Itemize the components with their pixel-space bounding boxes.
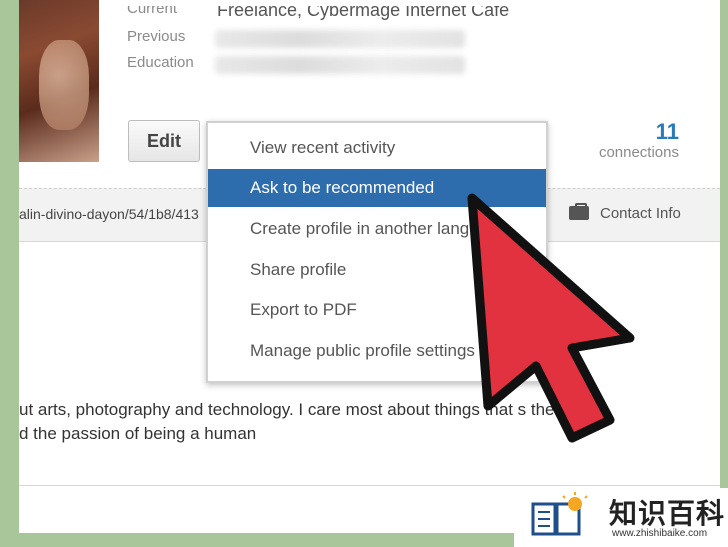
section-divider [19, 485, 720, 486]
previous-label: Previous [127, 28, 186, 45]
pointer-arrow-icon [467, 193, 635, 443]
education-label: Education [127, 54, 194, 71]
watermark-url: www.zhishibaike.com [612, 528, 708, 539]
book-lightbulb-icon [531, 492, 588, 536]
watermark: 知识百科 www.zhishibaike.com [514, 488, 728, 547]
education-value-blurred [215, 56, 465, 74]
watermark-title: 知识百科 [609, 498, 726, 529]
current-value: Freelance, Cybermage Internet Cafe [217, 0, 510, 20]
summary-line-2: d the passion of being a human [19, 424, 257, 443]
connections-count[interactable]: 11 [656, 119, 679, 145]
current-label: Current [127, 0, 178, 17]
profile-photo [19, 0, 99, 162]
connections-label: connections [598, 144, 679, 161]
menu-item-view-recent-activity[interactable]: View recent activity [208, 129, 546, 167]
edit-button[interactable]: Edit [128, 120, 200, 162]
previous-value-blurred [215, 30, 465, 48]
public-profile-url[interactable]: alin-divino-dayon/54/1b8/413 [19, 206, 199, 222]
